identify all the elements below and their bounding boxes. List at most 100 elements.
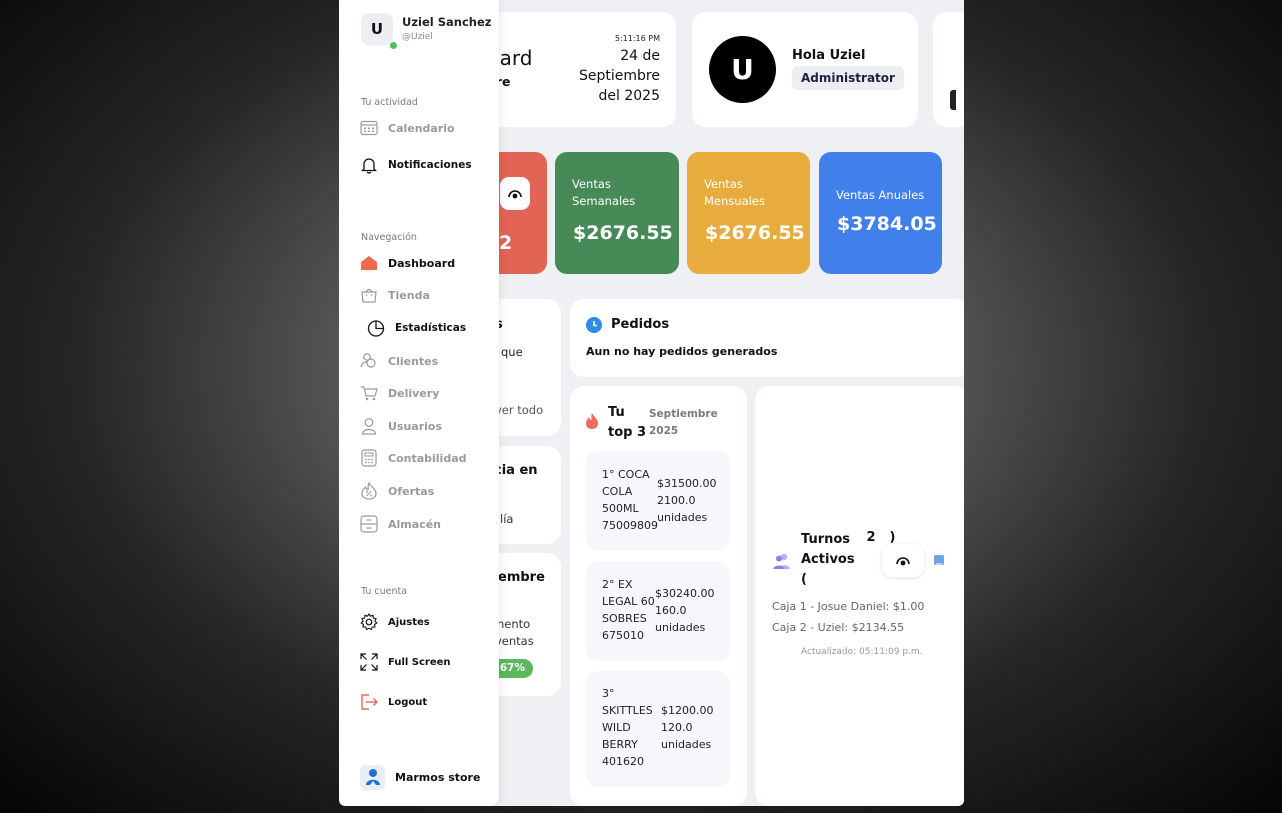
sidebar-item-ofertas[interactable]: Ofertas xyxy=(359,481,434,501)
sidebar-item-label: Dashboard xyxy=(388,256,456,270)
date-line-1: 24 de xyxy=(620,48,660,64)
top3-month: Septiembre xyxy=(649,408,718,420)
shifts-title-line-2: Activos xyxy=(801,552,855,567)
name-line: 75009809 xyxy=(602,519,658,532)
fullscreen-icon xyxy=(359,652,379,672)
activity-section-label: Tu actividad xyxy=(361,97,418,108)
app-window: hboard s store 5:11:16 PM 24 de Septiemb… xyxy=(339,0,964,806)
extra-header-card xyxy=(933,12,964,127)
sidebar-item-notificaciones[interactable]: Notificaciones xyxy=(359,155,472,175)
item-amount: $31500.00 xyxy=(657,477,717,490)
frequency-card-text: lía xyxy=(500,512,514,526)
orders-card: Pedidos Aun no hay pedidos generados xyxy=(570,299,964,377)
growth-card-title: embre xyxy=(498,570,545,585)
header-time: 5:11:16 PM xyxy=(614,34,660,43)
role-badge: Administrator xyxy=(792,66,904,90)
item-qty: 160.0 xyxy=(655,604,687,617)
shifts-paren-close: ) xyxy=(889,530,896,545)
sidebar-item-usuarios[interactable]: Usuarios xyxy=(359,416,442,436)
shifts-title-line-1: Turnos xyxy=(801,532,851,547)
item-qty: 120.0 xyxy=(661,721,693,734)
eye-icon xyxy=(896,556,910,565)
growth-card-line-2: ventas xyxy=(495,634,534,648)
name-line: 500ML xyxy=(602,502,639,515)
fire-icon xyxy=(586,413,598,429)
top3-item-3-stats: $1200.00 120.0 unidades xyxy=(661,702,714,753)
top3-item-1[interactable]: 1° COCA COLA 500ML 75009809 $31500.00 21… xyxy=(586,451,730,551)
weekly-sales-card: Ventas Semanales $2676.55 xyxy=(555,152,679,274)
store-switcher[interactable]: Marmos store xyxy=(360,764,480,790)
item-amount: $1200.00 xyxy=(661,704,714,717)
user-icon xyxy=(359,416,379,436)
gear-icon xyxy=(359,612,379,632)
name-line: 675010 xyxy=(602,629,644,642)
sidebar-item-clientes[interactable]: Clientes xyxy=(359,351,438,371)
top3-item-2[interactable]: 2° EX LEGAL 60 SOBRES 675010 $30240.00 1… xyxy=(586,561,730,661)
sidebar-item-almacen[interactable]: Almacén xyxy=(359,514,441,534)
sidebar-item-contabilidad[interactable]: Contabilidad xyxy=(359,448,467,468)
refresh-button[interactable] xyxy=(934,555,944,567)
sidebar-item-label: Estadísticas xyxy=(395,322,467,334)
sidebar-item-label: Ajustes xyxy=(388,616,430,628)
users-icon xyxy=(773,553,790,569)
name-line: WILD xyxy=(602,721,631,734)
item-unit: unidades xyxy=(655,621,706,634)
item-unit: unidades xyxy=(657,511,708,524)
greeting-text: Hola Uziel xyxy=(792,48,866,63)
sidebar-item-ajustes[interactable]: Ajustes xyxy=(359,612,430,632)
store-logo-icon xyxy=(360,764,385,790)
top3-item-3[interactable]: 3° SKITTLES WILD BERRY 401620 $1200.00 1… xyxy=(586,671,730,787)
sidebar-item-dashboard[interactable]: Dashboard xyxy=(359,253,455,273)
top3-item-1-name: 1° COCA COLA 500ML 75009809 xyxy=(602,466,658,534)
visibility-toggle-button[interactable] xyxy=(500,177,530,210)
cart-icon xyxy=(359,383,379,403)
user-avatar[interactable]: U xyxy=(361,13,393,45)
monthly-sales-label: Ventas Mensuales xyxy=(704,177,765,208)
monthly-sales-value: $2676.55 xyxy=(705,222,805,244)
name-line: LEGAL 60 xyxy=(602,595,655,608)
date-line-3: del 2025 xyxy=(598,88,660,104)
shifts-title: Turnos Activos ( xyxy=(801,530,855,590)
users-icon xyxy=(359,351,379,371)
item-amount: $30240.00 xyxy=(655,587,715,600)
user-handle: @Uziel xyxy=(402,32,433,42)
name-line: BERRY xyxy=(602,738,638,751)
bell-icon xyxy=(359,155,379,175)
sidebar-item-calendario[interactable]: Calendario xyxy=(359,118,455,138)
sidebar-item-delivery[interactable]: Delivery xyxy=(359,383,439,403)
sidebar-item-label: Ofertas xyxy=(388,484,435,498)
sidebar-item-tienda[interactable]: Tienda xyxy=(359,285,430,305)
eye-icon xyxy=(508,189,522,198)
top3-item-1-stats: $31500.00 2100.0 unidades xyxy=(657,475,717,526)
view-all-link[interactable]: ver todo xyxy=(495,403,543,417)
shifts-visibility-button[interactable] xyxy=(882,544,924,577)
shift-row-2: Caja 2 - Uziel: $2134.55 xyxy=(772,621,905,634)
top3-title-line-1: Tu xyxy=(608,405,625,420)
name-line: 401620 xyxy=(602,755,644,768)
calendar-icon xyxy=(359,118,379,138)
active-shifts-card: Turnos Activos ( 2 ) Caja 1 - Josue Dani… xyxy=(755,386,964,806)
sidebar-item-full-screen[interactable]: Full Screen xyxy=(359,652,451,672)
shifts-count: 2 ) xyxy=(861,530,895,545)
top3-item-2-stats: $30240.00 160.0 unidades xyxy=(655,585,715,636)
pie-chart-icon xyxy=(366,318,386,338)
name-line: 2° EX xyxy=(602,578,633,591)
sidebar-item-estadisticas[interactable]: Estadísticas xyxy=(366,318,466,338)
calculator-icon xyxy=(359,448,379,468)
greeting-avatar: U xyxy=(709,36,776,103)
date-line-2: Septiembre xyxy=(579,68,660,84)
name-line: 3° xyxy=(602,687,615,700)
shift-row-1: Caja 1 - Josue Daniel: $1.00 xyxy=(772,600,925,613)
logout-icon xyxy=(359,692,379,712)
item-unit: unidades xyxy=(661,738,712,751)
name-line: 1° COCA xyxy=(602,468,650,481)
top3-card: Tu top 3 Septiembre 2025 1° COCA COLA 50… xyxy=(570,386,747,806)
sidebar-item-logout[interactable]: Logout xyxy=(359,692,427,712)
name-line: SKITTLES xyxy=(602,704,653,717)
top3-period: Septiembre 2025 xyxy=(649,406,718,440)
name-line: COLA xyxy=(602,485,633,498)
extra-button[interactable] xyxy=(950,90,956,110)
sidebar-item-label: Contabilidad xyxy=(388,451,467,465)
top3-title-line-2: top 3 xyxy=(608,425,647,440)
weekly-sales-label: Ventas Semanales xyxy=(572,177,636,208)
